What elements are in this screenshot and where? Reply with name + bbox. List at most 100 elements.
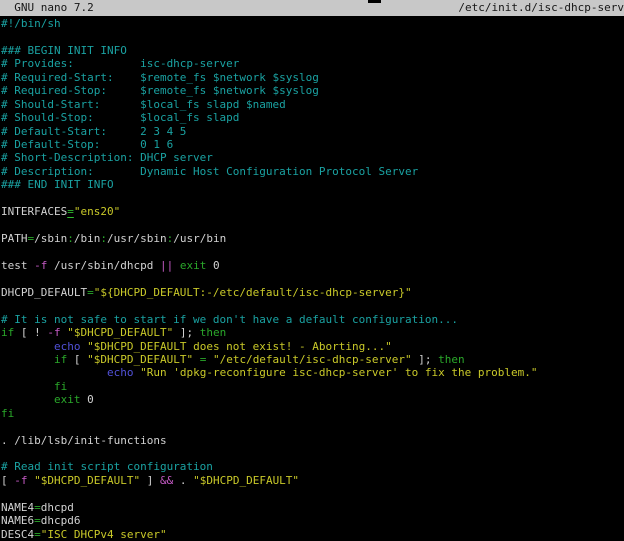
code-token: if	[1, 326, 14, 339]
code-token: dhcpd6	[41, 514, 81, 527]
code-token: &&	[160, 474, 173, 487]
code-token: /bin	[74, 232, 101, 245]
code-token: [	[67, 353, 87, 366]
code-token: -f	[47, 326, 60, 339]
code-token: echo	[54, 340, 81, 353]
code-token: "$DHCPD_DEFAULT"	[67, 326, 173, 339]
code-token: # Required-Start: $remote_fs $network $s…	[1, 71, 319, 84]
code-line	[1, 219, 624, 232]
code-token: "$DHCPD_DEFAULT"	[193, 474, 299, 487]
code-line: #!/bin/sh	[1, 17, 624, 30]
code-token: if	[54, 353, 67, 366]
code-token	[1, 353, 54, 366]
code-line	[1, 487, 624, 500]
code-token: # Read init script configuration	[1, 460, 213, 473]
code-line: exit 0	[1, 393, 624, 406]
screen-top-notch-artifact	[368, 0, 381, 3]
code-token: ]	[140, 474, 160, 487]
code-token: [	[1, 474, 14, 487]
code-line: # Provides: isc-dhcp-server	[1, 57, 624, 70]
code-line: # It is not safe to start if we don't ha…	[1, 313, 624, 326]
code-line: if [ ! -f "$DHCPD_DEFAULT" ]; then	[1, 326, 624, 339]
code-token: .	[173, 474, 193, 487]
code-line: # Should-Stop: $local_fs slapd	[1, 111, 624, 124]
code-token: 0	[80, 393, 93, 406]
code-token: test	[1, 259, 34, 272]
code-line: PATH=/sbin:/bin:/usr/sbin:/usr/bin	[1, 232, 624, 245]
code-token: ];	[173, 326, 200, 339]
code-token: /usr/sbin	[107, 232, 167, 245]
nano-version-label: GNU nano 7.2	[0, 0, 94, 16]
code-token	[1, 366, 107, 379]
code-line: [ -f "$DHCPD_DEFAULT" ] && . "$DHCPD_DEF…	[1, 474, 624, 487]
code-token: # Default-Start: 2 3 4 5	[1, 125, 186, 138]
code-line: echo "$DHCPD_DEFAULT does not exist! - A…	[1, 340, 624, 353]
code-line	[1, 245, 624, 258]
code-line: # Should-Start: $local_fs slapd $named	[1, 98, 624, 111]
code-token: fi	[1, 407, 14, 420]
code-token: =	[34, 514, 41, 527]
code-token: dhcpd	[41, 501, 74, 514]
code-line: test -f /usr/sbin/dhcpd || exit 0	[1, 259, 624, 272]
code-token: /sbin	[34, 232, 67, 245]
code-line: NAME4=dhcpd	[1, 501, 624, 514]
code-line: DHCPD_DEFAULT="${DHCPD_DEFAULT:-/etc/def…	[1, 286, 624, 299]
code-token: # Should-Stop: $local_fs slapd	[1, 111, 239, 124]
code-token: :	[67, 232, 74, 245]
code-token	[206, 353, 213, 366]
code-token: # It is not safe to start if we don't ha…	[1, 313, 458, 326]
code-line: INTERFACES="ens20"	[1, 205, 624, 218]
nano-titlebar: GNU nano 7.2 /etc/init.d/isc-dhcp-serv	[0, 0, 624, 16]
code-line	[1, 30, 624, 43]
code-line: echo "Run 'dpkg-reconfigure isc-dhcp-ser…	[1, 366, 624, 379]
code-token: NAME6	[1, 514, 34, 527]
code-token: =	[87, 286, 94, 299]
code-token: #!/bin/sh	[1, 17, 61, 30]
code-token: -f	[14, 474, 27, 487]
code-token: :	[100, 232, 107, 245]
code-token: . /lib/lsb/init-functions	[1, 434, 167, 447]
code-token: ];	[412, 353, 439, 366]
code-token: # Should-Start: $local_fs slapd $named	[1, 98, 286, 111]
code-token: echo	[107, 366, 134, 379]
code-line: NAME6=dhcpd6	[1, 514, 624, 527]
code-line: . /lib/lsb/init-functions	[1, 434, 624, 447]
nano-editor-text-area[interactable]: #!/bin/sh ### BEGIN INIT INFO# Provides: …	[0, 16, 624, 541]
code-line: # Default-Start: 2 3 4 5	[1, 125, 624, 138]
code-token: /usr/bin	[173, 232, 226, 245]
code-token: # Description: Dynamic Host Configuratio…	[1, 165, 418, 178]
code-token: ||	[160, 259, 173, 272]
code-token: PATH	[1, 232, 28, 245]
code-token: /usr/sbin/dhcpd	[47, 259, 160, 272]
code-token: =	[34, 501, 41, 514]
code-line	[1, 272, 624, 285]
code-line: # Required-Start: $remote_fs $network $s…	[1, 71, 624, 84]
code-token: -f	[34, 259, 47, 272]
cursor-char: =	[67, 205, 74, 218]
code-token: 0	[206, 259, 219, 272]
code-token: fi	[54, 380, 67, 393]
code-token: "ens20"	[74, 205, 120, 218]
code-token: "$DHCPD_DEFAULT does not exist! - Aborti…	[87, 340, 392, 353]
code-token	[1, 340, 54, 353]
code-token: INTERFACES	[1, 205, 67, 218]
code-line: if [ "$DHCPD_DEFAULT" = "/etc/default/is…	[1, 353, 624, 366]
code-line: fi	[1, 407, 624, 420]
code-token: # Required-Stop: $remote_fs $network $sy…	[1, 84, 319, 97]
code-token: ### BEGIN INIT INFO	[1, 44, 127, 57]
code-line	[1, 192, 624, 205]
code-token: "$DHCPD_DEFAULT"	[87, 353, 193, 366]
code-token: NAME4	[1, 501, 34, 514]
code-token	[173, 259, 180, 272]
code-line: ### END INIT INFO	[1, 178, 624, 191]
code-token: # Provides: isc-dhcp-server	[1, 57, 239, 70]
code-token: # Default-Stop: 0 1 6	[1, 138, 173, 151]
code-token	[1, 380, 54, 393]
code-token: "$DHCPD_DEFAULT"	[34, 474, 140, 487]
code-line: # Required-Stop: $remote_fs $network $sy…	[1, 84, 624, 97]
code-token: "Run 'dpkg-reconfigure isc-dhcp-server' …	[140, 366, 537, 379]
code-token: then	[200, 326, 227, 339]
nano-filename-label: /etc/init.d/isc-dhcp-serv	[458, 0, 624, 16]
code-token: "/etc/default/isc-dhcp-server"	[213, 353, 412, 366]
code-line: # Default-Stop: 0 1 6	[1, 138, 624, 151]
